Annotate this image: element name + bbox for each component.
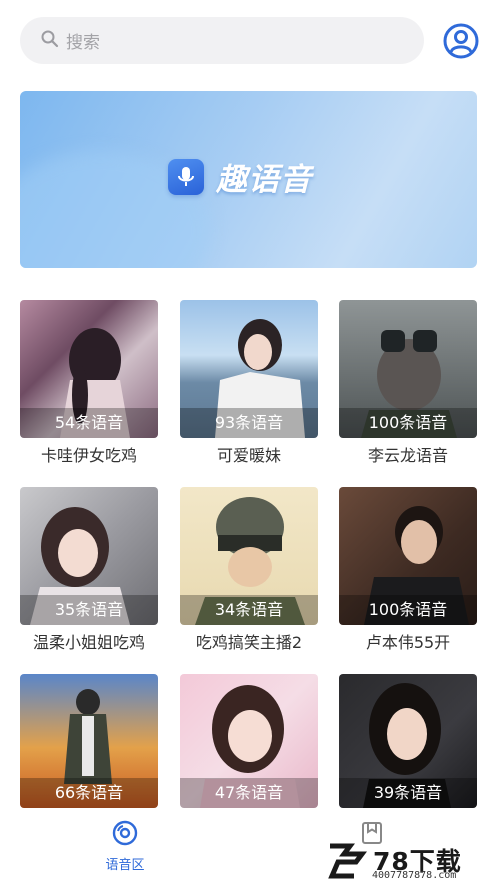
voice-pack-thumbnail: 35条语音 (20, 487, 158, 625)
voice-pack-card[interactable]: 54条语音 卡哇伊女吃鸡 (20, 300, 158, 468)
voice-count: 100条语音 (339, 595, 477, 625)
voice-pack-thumbnail: 66条语音 (20, 674, 158, 808)
voice-pack-title: 温柔小姐姐吃鸡 (32, 633, 145, 652)
voice-count: 93条语音 (180, 408, 318, 438)
voice-pack-card[interactable]: 35条语音 温柔小姐姐吃鸡 (20, 487, 158, 655)
voice-pack-title: 吃鸡搞笑主播2 (195, 633, 303, 652)
voice-count: 34条语音 (180, 595, 318, 625)
voice-count: 100条语音 (339, 408, 477, 438)
watermark-logo: 78下载 4007787878.com (328, 842, 493, 882)
voice-pack-card[interactable]: 47条语音 (180, 674, 318, 808)
tab-voice-area[interactable]: 语音区 (95, 820, 155, 873)
voice-pack-card[interactable]: 34条语音 吃鸡搞笑主播2 (180, 487, 318, 655)
microphone-icon (168, 158, 204, 195)
profile-button[interactable] (442, 22, 480, 60)
voice-pack-card[interactable]: 66条语音 (20, 674, 158, 808)
voice-count: 47条语音 (180, 778, 318, 808)
promo-banner[interactable]: 趣语音 (20, 91, 477, 268)
voice-pack-thumbnail: 39条语音 (339, 674, 477, 808)
banner-title: 趣语音 (216, 162, 312, 198)
voice-pack-thumbnail: 34条语音 (180, 487, 318, 625)
search-input[interactable]: 搜索 (20, 17, 424, 64)
watermark-subtext: 4007787878.com (372, 870, 457, 881)
voice-pack-thumbnail: 47条语音 (180, 674, 318, 808)
voice-count: 66条语音 (20, 778, 158, 808)
voice-pack-title: 卡哇伊女吃鸡 (40, 446, 137, 465)
voice-pack-title: 李云龙语音 (367, 446, 448, 465)
voice-pack-card[interactable]: 100条语音 卢本伟55开 (339, 487, 477, 655)
voice-pack-thumbnail: 54条语音 (20, 300, 158, 438)
voice-pack-card[interactable]: 100条语音 李云龙语音 (339, 300, 477, 468)
tab-label: 语音区 (105, 858, 145, 873)
voice-pack-card[interactable]: 93条语音 可爱暖妹 (180, 300, 318, 468)
voice-pack-title: 可爱暖妹 (216, 446, 281, 465)
voice-count: 54条语音 (20, 408, 158, 438)
disc-icon (112, 820, 138, 850)
voice-count: 39条语音 (339, 778, 477, 808)
search-icon (40, 29, 60, 53)
voice-pack-title: 卢本伟55开 (365, 633, 451, 652)
search-placeholder: 搜索 (66, 33, 100, 53)
voice-pack-card[interactable]: 39条语音 (339, 674, 477, 808)
user-circle-icon (442, 23, 480, 64)
voice-pack-thumbnail: 100条语音 (339, 300, 477, 438)
voice-pack-thumbnail: 100条语音 (339, 487, 477, 625)
voice-pack-thumbnail: 93条语音 (180, 300, 318, 438)
voice-count: 35条语音 (20, 595, 158, 625)
